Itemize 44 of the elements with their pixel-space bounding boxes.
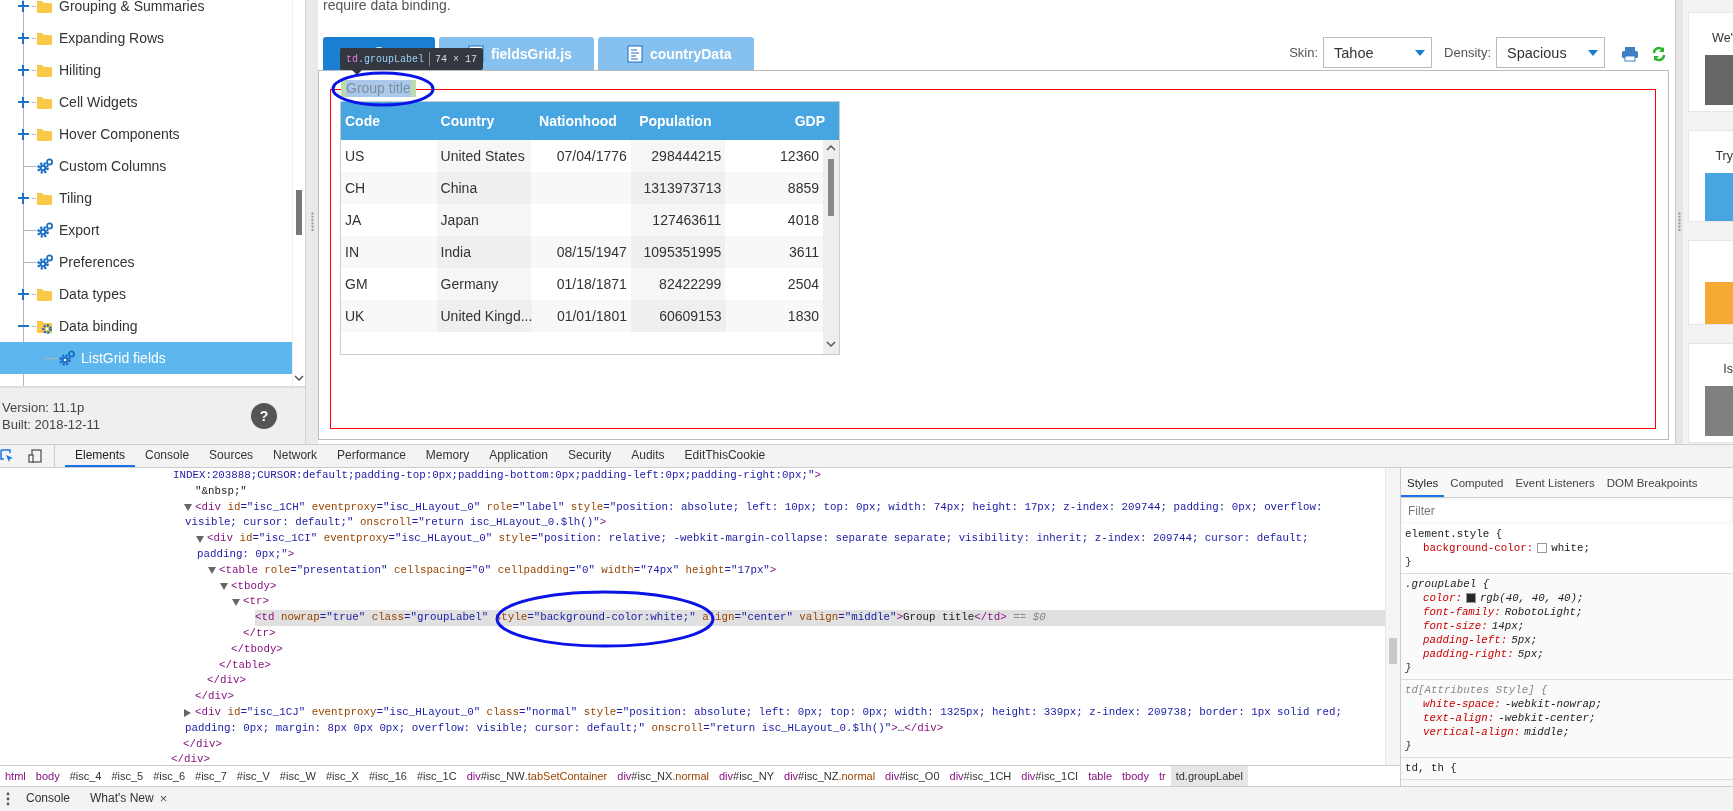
table-cell: 1313973713: [630, 172, 726, 204]
table-cell: 127463611: [630, 204, 726, 236]
version-text: Version: 11.1p Built: 2018-12-11: [2, 399, 101, 433]
table-cell-text: 4018: [786, 211, 820, 230]
table-cell-text: 2504: [786, 275, 820, 294]
table-cell: United Kingd...: [436, 300, 532, 332]
table-cell-text: US: [344, 147, 366, 166]
css-brace: }: [1405, 661, 1413, 675]
card-title: Is: [1723, 362, 1733, 376]
element-selector: td.groupLabel: [346, 53, 425, 65]
table-cell-text: 08/15/1947: [555, 243, 628, 262]
table-cell-text: 12360: [779, 147, 820, 166]
css-brace: }: [1405, 555, 1413, 569]
css-brace: }: [1405, 739, 1413, 753]
table-cell-text: UK: [344, 307, 366, 326]
table-cell: China: [436, 172, 532, 204]
table-cell-text: 3611: [787, 243, 820, 262]
table-cell-text: GM: [344, 275, 369, 294]
card-title: We': [1712, 31, 1733, 45]
table-cell: 298444215: [630, 140, 726, 172]
css-selector: td, th {: [1405, 761, 1458, 775]
table-cell-text: 1830: [786, 307, 820, 326]
group-title: Group title: [341, 80, 416, 97]
css-selector: element.style {: [1405, 527, 1504, 541]
table-cell-text: 01/18/1871: [555, 275, 628, 294]
table-cell-text: CH: [344, 179, 367, 198]
table-cell: United States: [436, 140, 532, 172]
skin-label: Skin:: [1289, 45, 1319, 60]
table-cell-text: 07/04/1776: [555, 147, 628, 166]
table-cell: 60609153: [631, 300, 726, 332]
table-cell: Germany: [436, 268, 532, 300]
table-cell: 82422299: [630, 268, 726, 300]
intro-text: require data binding.: [322, 0, 452, 14]
table-cell-text: JA: [344, 211, 363, 230]
card-title: Try: [1715, 149, 1733, 163]
table-cell-text: 01/01/1801: [555, 307, 628, 326]
css-selector: td[Attributes Style] {: [1405, 683, 1549, 697]
css-selector: .groupLabel {: [1405, 577, 1491, 591]
table-cell-text: IN: [344, 243, 360, 262]
table-cell: 1095351995: [630, 236, 726, 268]
table-cell: India: [436, 236, 532, 268]
table-cell-text: 8859: [786, 179, 820, 198]
density-label: Density:: [1444, 45, 1491, 60]
table-cell: Japan: [436, 204, 532, 236]
